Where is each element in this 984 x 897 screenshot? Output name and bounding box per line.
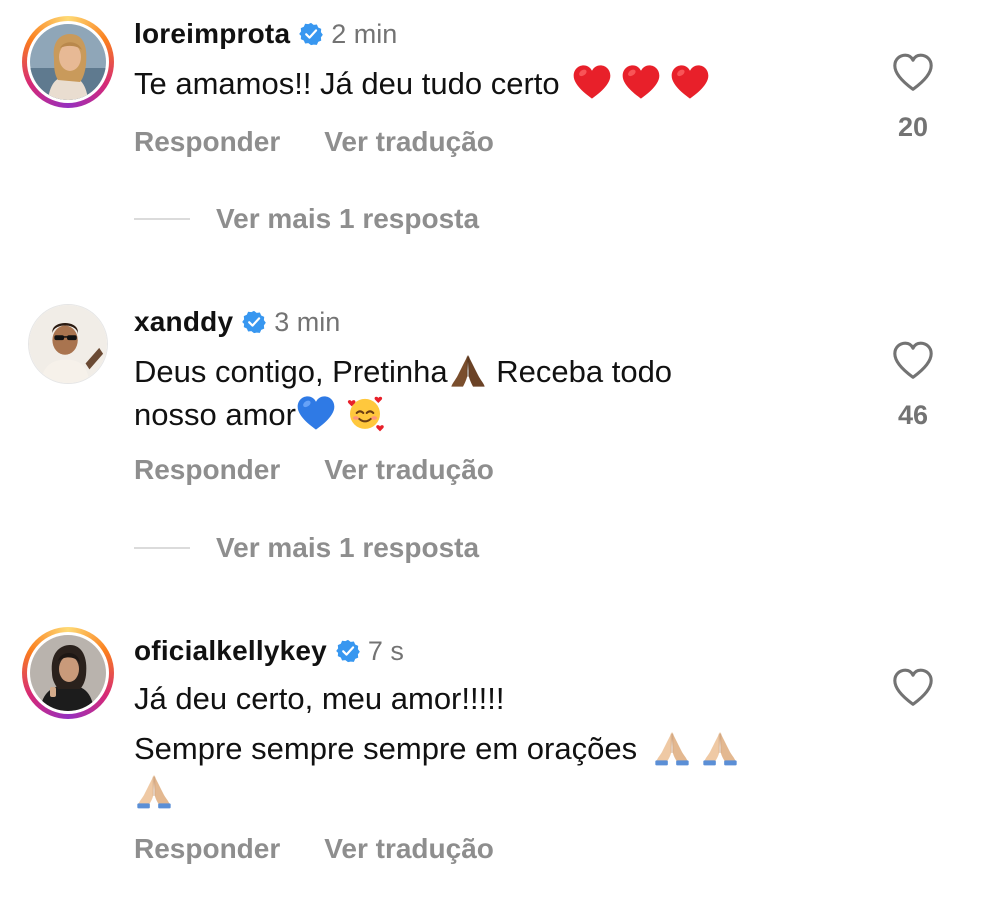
see-translation-button[interactable]: Ver tradução (324, 833, 494, 865)
comment-line: Sempre sempre sempre em orações (134, 727, 814, 770)
like-heart-icon[interactable] (891, 667, 935, 707)
comment-line: Já deu certo, meu amor!!!!! (134, 678, 814, 720)
avatar (30, 635, 106, 711)
comment-text: Já deu certo, meu amor!!!!! Sempre sempr… (134, 678, 814, 813)
folded-hands-light-icon (134, 770, 174, 810)
verified-badge-icon (336, 639, 360, 663)
comment-line (134, 770, 814, 813)
folded-hands-light-icon (652, 727, 692, 767)
avatar-story-ring[interactable] (22, 627, 114, 719)
username[interactable]: oficialkellykey (134, 635, 327, 667)
reply-button[interactable]: Responder (134, 833, 280, 865)
comment-line-text: Já deu certo, meu amor!!!!! (134, 681, 505, 716)
comment-line-text: Sempre sempre sempre em orações (134, 731, 646, 766)
avatar-inner (27, 632, 109, 714)
comment-oficialkellykey: oficialkellykey 7 s Já deu certo, meu am… (0, 0, 984, 897)
timestamp: 7 s (367, 635, 404, 666)
comment-actions: Responder Ver tradução (134, 831, 538, 867)
comment-header: oficialkellykey 7 s (134, 633, 404, 669)
folded-hands-light-icon (700, 727, 740, 767)
